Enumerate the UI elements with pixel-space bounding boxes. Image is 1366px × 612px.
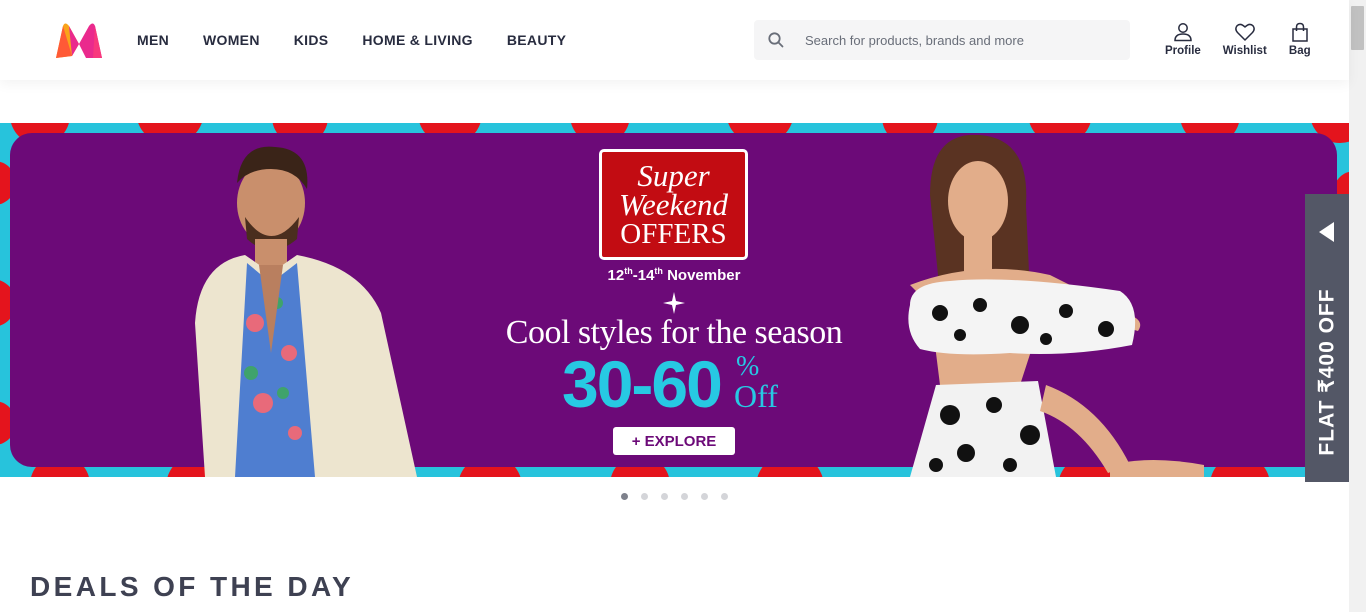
search-input[interactable] xyxy=(805,21,1121,59)
search-bar xyxy=(754,20,1130,60)
discount-range: 30-60 % Off xyxy=(562,349,792,419)
date-start-suffix: th xyxy=(624,266,633,276)
page: MEN WOMEN KIDS HOME & LIVING BEAUTY Prof… xyxy=(0,0,1366,612)
nav-item-kids[interactable]: KIDS xyxy=(294,32,329,48)
wishlist-button[interactable]: Wishlist xyxy=(1223,22,1267,57)
carousel-dots xyxy=(621,493,741,500)
date-month: November xyxy=(662,267,741,284)
discount-percent: % xyxy=(736,351,760,382)
bag-button[interactable]: Bag xyxy=(1289,22,1311,57)
scrollbar-thumb[interactable] xyxy=(1351,6,1364,50)
super-weekend-offers-badge: Super Weekend OFFERS xyxy=(599,149,748,260)
hero-banner[interactable]: Super Weekend OFFERS 12th-14th November … xyxy=(0,123,1349,477)
carousel-dot-6[interactable] xyxy=(721,493,728,500)
arrow-left-icon[interactable] xyxy=(1319,222,1334,242)
carousel-dot-3[interactable] xyxy=(661,493,668,500)
carousel-dot-5[interactable] xyxy=(701,493,708,500)
header: MEN WOMEN KIDS HOME & LIVING BEAUTY Prof… xyxy=(0,0,1349,80)
header-actions: Profile Wishlist Bag xyxy=(1165,22,1333,57)
date-end-suffix: th xyxy=(654,266,663,276)
main-nav: MEN WOMEN KIDS HOME & LIVING BEAUTY xyxy=(137,0,600,80)
carousel-dot-2[interactable] xyxy=(641,493,648,500)
sparkle-icon xyxy=(663,292,685,314)
date-start: 12 xyxy=(607,267,625,284)
deals-of-the-day-heading: DEALS OF THE DAY xyxy=(30,571,355,602)
carousel-dot-4[interactable] xyxy=(681,493,688,500)
heart-icon xyxy=(1234,23,1255,41)
offer-line-1: Super xyxy=(637,158,710,193)
nav-item-home-living[interactable]: HOME & LIVING xyxy=(362,32,472,48)
profile-button[interactable]: Profile xyxy=(1165,22,1201,57)
male-model-image xyxy=(195,146,417,477)
nav-item-beauty[interactable]: BEAUTY xyxy=(507,32,566,48)
nav-item-men[interactable]: MEN xyxy=(137,32,169,48)
bag-label: Bag xyxy=(1288,45,1311,57)
offer-dates: 12th-14th November xyxy=(540,266,808,284)
carousel-dot-1[interactable] xyxy=(621,493,628,500)
offer-line-2: Weekend xyxy=(618,187,728,222)
flat-offer-side-tab[interactable]: FLAT ₹400 OFF xyxy=(1305,194,1349,482)
offer-line-3: OFFERS xyxy=(620,218,727,250)
page-scrollbar[interactable] xyxy=(1349,0,1366,612)
profile-label: Profile xyxy=(1165,45,1201,57)
myntra-logo-icon[interactable] xyxy=(53,22,105,60)
profile-icon xyxy=(1174,23,1192,42)
side-offer-label: FLAT ₹400 OFF xyxy=(1315,288,1339,456)
explore-button[interactable]: + EXPLORE xyxy=(613,427,735,455)
discount-off: Off xyxy=(734,378,778,414)
nav-item-women[interactable]: WOMEN xyxy=(203,32,260,48)
search-icon[interactable] xyxy=(767,31,785,49)
wishlist-label: Wishlist xyxy=(1222,45,1267,57)
female-model-image xyxy=(908,135,1204,477)
bag-icon xyxy=(1292,22,1308,42)
date-end: 14 xyxy=(637,267,655,284)
discount-number: 30-60 xyxy=(562,347,723,421)
